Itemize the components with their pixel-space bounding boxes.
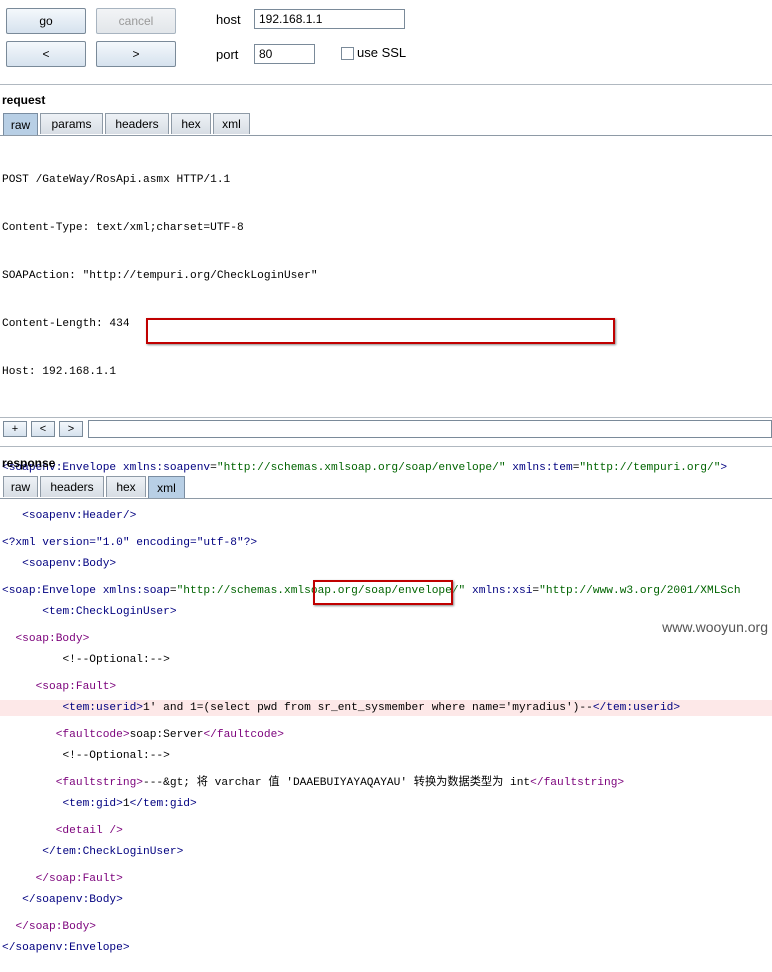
xml-line: <soapenv:Envelope xmlns:soapenv="http://… [2,462,728,474]
host-input[interactable]: 192.168.1.1 [254,9,405,29]
xml-line: </soap:Fault> [35,873,123,885]
search-add-button[interactable]: + [3,421,27,437]
port-label: port [216,47,239,62]
section-separator [0,446,772,447]
response-tab-underline [0,498,772,499]
request-tab-params[interactable]: params [40,113,103,134]
request-header-line: SOAPAction: "http://tempuri.org/CheckLog… [2,270,318,282]
go-button[interactable]: go [6,8,86,34]
request-tab-hex[interactable]: hex [171,113,211,134]
request-tab-raw[interactable]: raw [3,113,38,135]
request-tab-underline [0,135,772,136]
use-ssl-label: use SSL [357,45,407,60]
request-tabs: raw params headers hex xml [0,113,772,135]
search-prev-button[interactable]: < [31,421,55,437]
editor-separator [0,417,772,418]
response-tab-hex[interactable]: hex [106,476,146,497]
xml-line: <detail /> [55,825,123,837]
search-next-button[interactable]: > [59,421,83,437]
leaked-value: DAAEBUIYAYAQAYAU [292,777,401,789]
xml-line: <?xml version="1.0" encoding="utf-8"?> [2,537,258,549]
request-tab-xml[interactable]: xml [213,113,250,134]
response-tab-headers[interactable]: headers [40,476,104,497]
leaked-value-highlight-box [313,580,453,605]
xml-line: </soap:Body> [15,921,97,933]
cancel-button[interactable]: cancel [96,8,176,34]
use-ssl-checkbox[interactable] [341,47,354,60]
xml-line-faultstring: <faultstring>---&gt; 将 varchar 值 'DAAEBU… [55,777,625,789]
response-tab-raw[interactable]: raw [3,476,38,497]
host-label: host [216,12,241,27]
toolbar-separator [0,84,772,85]
response-viewer[interactable]: <?xml version="1.0" encoding="utf-8"?> <… [0,503,772,951]
request-header-line: Content-Type: text/xml;charset=UTF-8 [2,222,244,234]
xml-line: <soap:Body> [15,633,90,645]
response-tab-xml[interactable]: xml [148,476,185,498]
response-tabs: raw headers hex xml [0,476,772,498]
request-title: request [2,93,46,107]
watermark: www.wooyun.org [662,619,768,635]
injection-highlight-box [146,318,615,344]
port-input[interactable]: 80 [254,44,315,64]
previous-button[interactable]: < [6,41,86,67]
xml-line: <faultcode>soap:Server</faultcode> [55,729,285,741]
request-line: POST /GateWay/RosApi.asmx HTTP/1.1 [2,174,231,186]
search-input[interactable] [88,420,772,438]
xml-line: <soap:Fault> [35,681,117,693]
next-button[interactable]: > [96,41,176,67]
request-tab-headers[interactable]: headers [105,113,169,134]
request-search-bar: + < > [0,420,772,440]
request-header-line: Host: 192.168.1.1 [2,366,117,378]
response-title: response [2,456,56,470]
